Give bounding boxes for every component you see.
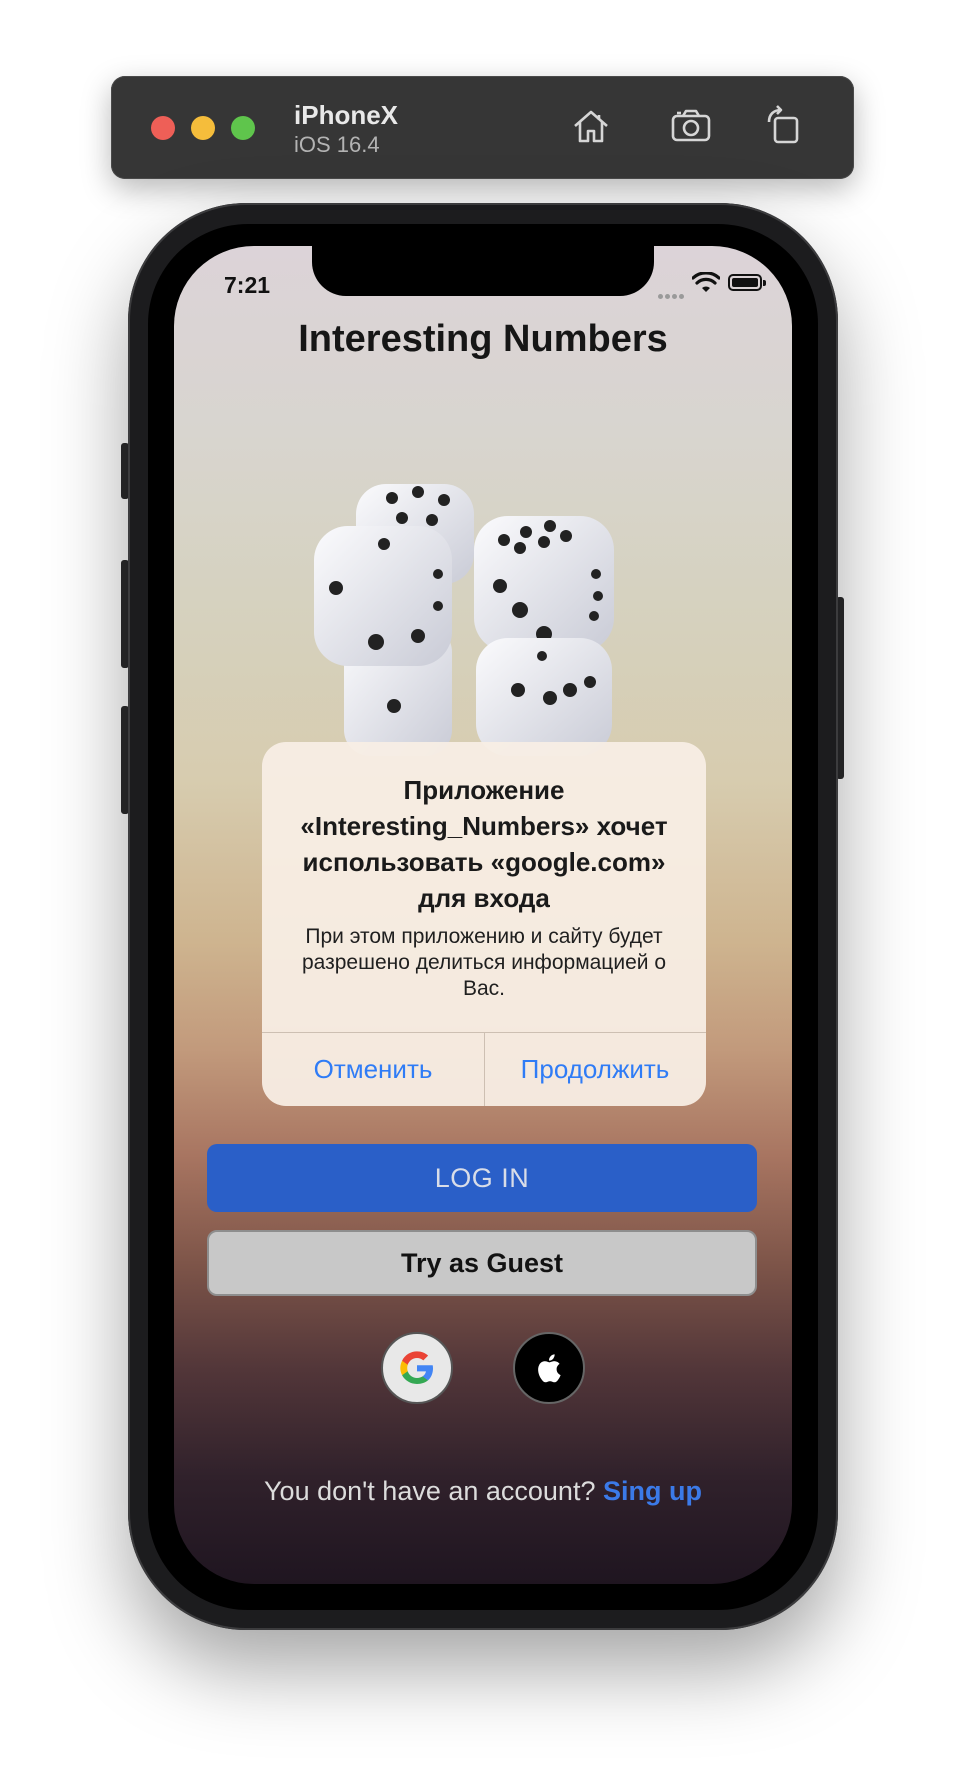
google-sign-in-button[interactable]: [381, 1332, 453, 1404]
alert-title: Приложение «Interesting_Numbers» хочет и…: [300, 775, 668, 913]
minimize-window-button[interactable]: [191, 116, 215, 140]
battery-icon: [728, 274, 766, 291]
simulator-toolbar: [111, 76, 854, 179]
device-name: iPhoneX: [294, 100, 399, 130]
signup-prompt: You don't have an account?: [264, 1476, 596, 1506]
close-window-button[interactable]: [151, 116, 175, 140]
alert-continue-button[interactable]: Продолжить: [484, 1033, 706, 1106]
wifi-icon: [692, 272, 720, 292]
dice-illustration: [314, 484, 614, 756]
apple-icon: [538, 1354, 561, 1383]
rotate-icon[interactable]: [761, 104, 805, 148]
try-as-guest-button[interactable]: Try as Guest: [207, 1230, 757, 1296]
login-button[interactable]: LOG IN: [207, 1144, 757, 1212]
signup-link[interactable]: Sing up: [603, 1476, 702, 1506]
device-screen: 7:21 Interesting Numbers Приложение «Int…: [174, 246, 792, 1584]
signup-row: You don't have an account? Sing up: [174, 1476, 792, 1507]
cellular-icon: [658, 286, 688, 299]
zoom-window-button[interactable]: [231, 116, 255, 140]
notch: [312, 246, 654, 296]
home-icon[interactable]: [569, 104, 613, 148]
status-time: 7:21: [224, 272, 271, 298]
status-icons: [658, 272, 768, 299]
apple-sign-in-button[interactable]: [513, 1332, 585, 1404]
google-icon: [400, 1351, 433, 1384]
alert-cancel-button[interactable]: Отменить: [262, 1033, 484, 1106]
app-title: Interesting Numbers: [298, 318, 668, 360]
screenshot-icon[interactable]: [669, 104, 713, 148]
sign-in-alert: Приложение «Interesting_Numbers» хочет и…: [262, 742, 706, 1106]
alert-message: При этом приложению и сайту будет разреш…: [302, 925, 666, 1000]
os-version: iOS 16.4: [294, 132, 380, 157]
simulator-window: iPhoneX iOS 16.4 7:21 Interesting Number…: [0, 0, 966, 1780]
